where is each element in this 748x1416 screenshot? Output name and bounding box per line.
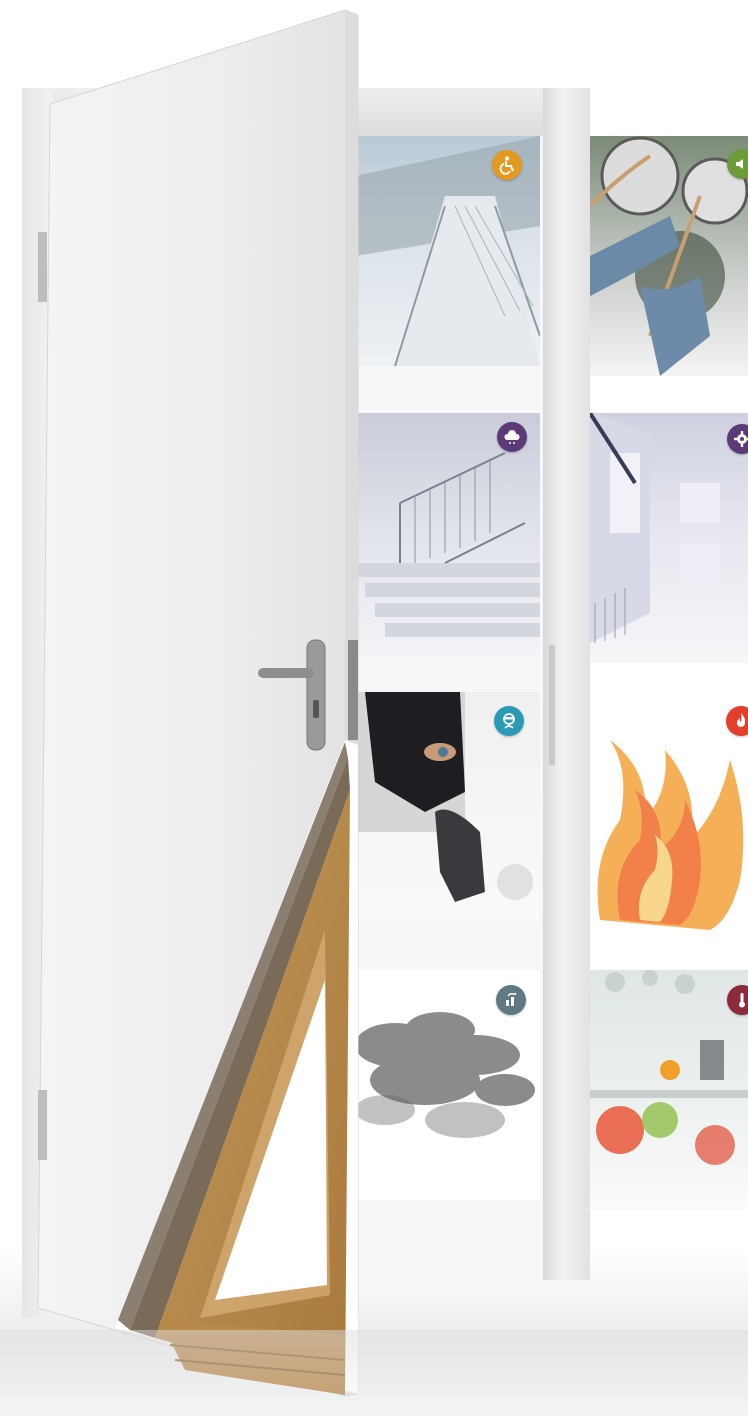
door-leaf [37, 9, 359, 1397]
floor-reflection [0, 1330, 748, 1416]
handle-plate [306, 639, 326, 751]
hinge-top [38, 232, 47, 302]
door-scene [0, 0, 748, 1416]
door-handle [258, 668, 314, 678]
hinge-bottom [38, 1090, 47, 1160]
